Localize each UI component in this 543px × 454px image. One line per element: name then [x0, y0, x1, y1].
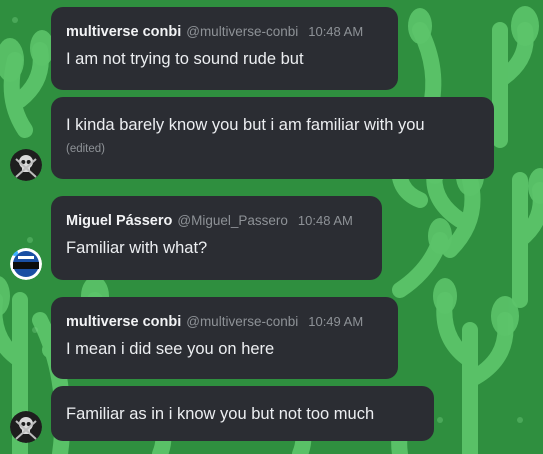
username[interactable]: multiverse conbi — [66, 314, 181, 330]
message-text: Familiar with what? — [66, 239, 208, 257]
message-text: Familiar as in i know you but not too mu… — [66, 405, 375, 423]
chat-message[interactable]: I kinda barely know you but i am familia… — [51, 97, 494, 179]
message-text: I kinda barely know you but i am familia… — [66, 116, 425, 134]
user-handle[interactable]: @multiverse-conbi — [186, 314, 298, 329]
chat-message[interactable]: multiverse conbi @multiverse-conbi 10:49… — [51, 297, 398, 379]
message-header: multiverse conbi @multiverse-conbi 10:48… — [66, 24, 383, 40]
timestamp: 10:49 AM — [308, 314, 364, 329]
message-header: multiverse conbi @multiverse-conbi 10:49… — [66, 314, 383, 330]
chat-message[interactable]: multiverse conbi @multiverse-conbi 10:48… — [51, 7, 398, 90]
message-text: I mean i did see you on here — [66, 340, 275, 358]
timestamp: 10:48 AM — [297, 213, 353, 228]
timestamp: 10:48 AM — [308, 24, 364, 39]
skull-avatar-icon[interactable] — [10, 411, 42, 443]
edited-label: (edited) — [66, 143, 105, 155]
skull-avatar-icon[interactable] — [10, 149, 42, 181]
redacted-badge-avatar-icon[interactable] — [10, 248, 42, 280]
message-text: I am not trying to sound rude but — [66, 50, 304, 68]
user-handle[interactable]: @multiverse-conbi — [186, 24, 298, 39]
username[interactable]: Miguel Pássero — [66, 213, 172, 229]
chat-message[interactable]: Miguel Pássero @Miguel_Passero 10:48 AM … — [51, 196, 382, 280]
chat-message[interactable]: Familiar as in i know you but not too mu… — [51, 386, 434, 441]
user-handle[interactable]: @Miguel_Passero — [177, 213, 288, 228]
username[interactable]: multiverse conbi — [66, 24, 181, 40]
message-header: Miguel Pássero @Miguel_Passero 10:48 AM — [66, 213, 367, 229]
